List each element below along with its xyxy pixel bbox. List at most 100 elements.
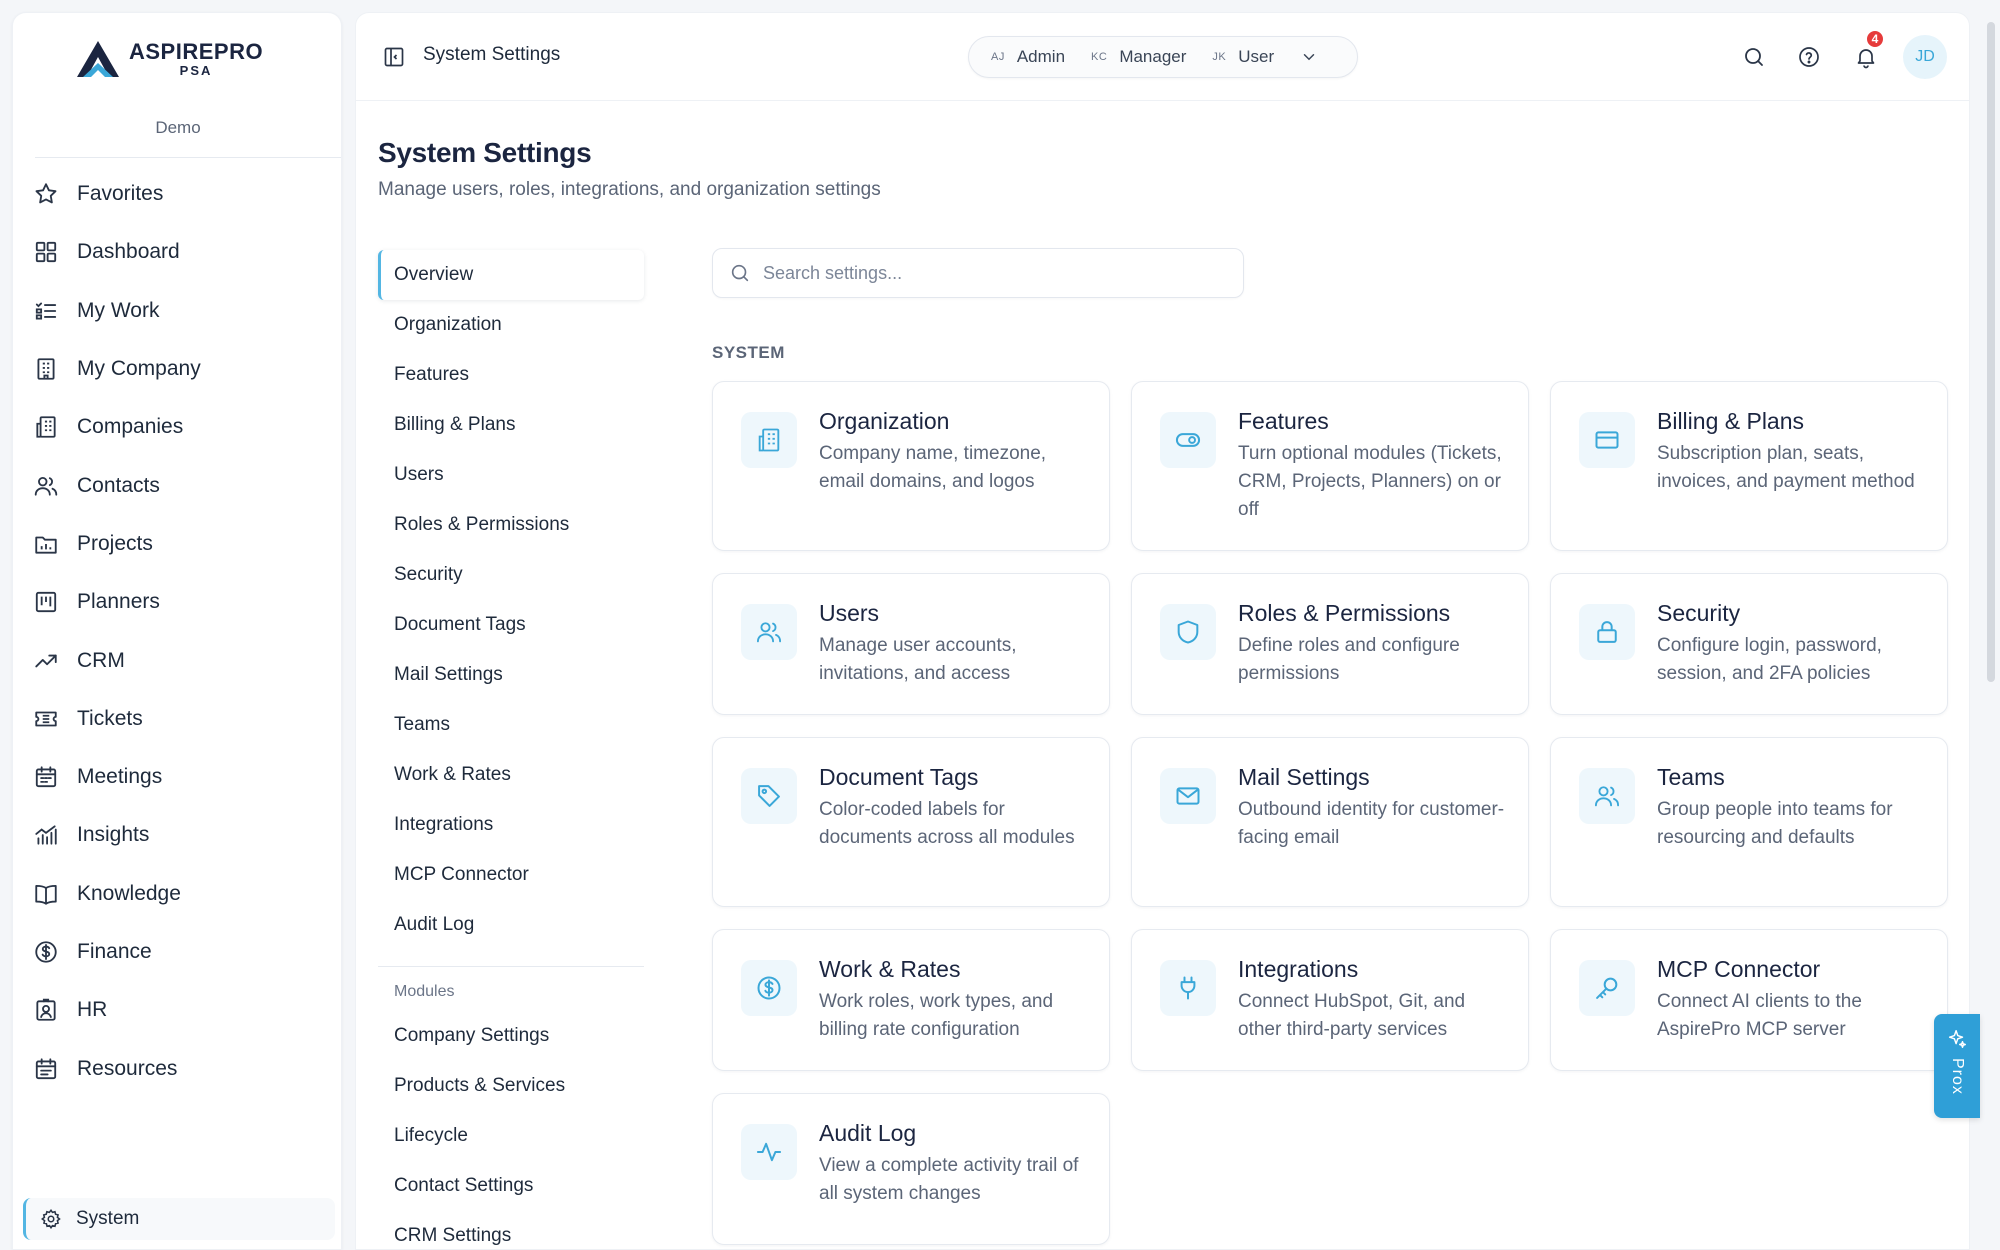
sidebar-item-projects[interactable]: Projects (13, 515, 343, 573)
sidebar-item-finance[interactable]: Finance (13, 923, 343, 981)
settings-card-users[interactable]: Users Manage user accounts, invitations,… (712, 573, 1110, 715)
sidebar-item-my-work[interactable]: My Work (13, 282, 343, 340)
role-manager[interactable]: KC Manager (1091, 47, 1186, 67)
settings-card-roles-permissions[interactable]: Roles & Permissions Define roles and con… (1131, 573, 1529, 715)
settings-card-work-rates[interactable]: Work & Rates Work roles, work types, and… (712, 929, 1110, 1071)
settings-nav-document-tags[interactable]: Document Tags (378, 600, 644, 650)
settings-nav-mcp-connector[interactable]: MCP Connector (378, 850, 644, 900)
search-icon[interactable] (1742, 45, 1766, 69)
settings-nav-organization[interactable]: Organization (378, 300, 644, 350)
prox-label: Prox (1949, 1058, 1966, 1095)
brand-logo[interactable]: ASPIREPRO PSA (73, 37, 263, 81)
calendar-list-icon (33, 1056, 59, 1082)
scrollbar-thumb[interactable] (1987, 22, 1995, 682)
settings-nav-teams[interactable]: Teams (378, 700, 644, 750)
sidebar-item-label: CRM (77, 648, 125, 672)
chevron-down-icon[interactable] (1300, 48, 1318, 66)
card-title: Audit Log (819, 1120, 917, 1146)
settings-card-mcp-connector[interactable]: MCP Connector Connect AI clients to the … (1550, 929, 1948, 1071)
settings-nav-users[interactable]: Users (378, 450, 644, 500)
lock-icon (1579, 604, 1635, 660)
sidebar-item-resources[interactable]: Resources (13, 1039, 343, 1097)
role-label: Admin (1016, 47, 1066, 66)
settings-nav-overview[interactable]: Overview (378, 250, 644, 300)
checklist-icon (33, 298, 59, 324)
settings-card-document-tags[interactable]: Document Tags Color-coded labels for doc… (712, 737, 1110, 907)
users-icon (741, 604, 797, 660)
sidebar-item-label: Projects (77, 531, 153, 555)
team-icon (1579, 768, 1635, 824)
sidebar-item-favorites[interactable]: Favorites (13, 165, 343, 223)
card-description: Manage user accounts, invitations, and a… (819, 635, 1017, 684)
settings-nav-features[interactable]: Features (378, 350, 644, 400)
dollar-circle-icon (741, 960, 797, 1016)
settings-nav-billing-plans[interactable]: Billing & Plans (378, 400, 644, 450)
settings-card-security[interactable]: Security Configure login, password, sess… (1550, 573, 1948, 715)
settings-nav-contact-settings[interactable]: Contact Settings (378, 1161, 644, 1211)
sidebar-item-label: Finance (77, 940, 152, 963)
notification-badge: 4 (1865, 29, 1885, 49)
card-description: Color-coded labels for documents across … (819, 799, 1075, 848)
mail-icon (1160, 768, 1216, 824)
sidebar-item-dashboard[interactable]: Dashboard (13, 223, 343, 281)
prox-assistant-tab[interactable]: Prox (1934, 1014, 1980, 1118)
sidebar-item-tickets[interactable]: Tickets (13, 690, 343, 748)
card-description: Company name, timezone, email domains, a… (819, 443, 1047, 492)
bar-chart-icon (33, 822, 59, 848)
sidebar-item-my-company[interactable]: My Company (13, 340, 343, 398)
sidebar-item-knowledge[interactable]: Knowledge (13, 865, 343, 923)
card-title: Billing & Plans (1657, 408, 1805, 434)
avatar[interactable]: JD (1903, 35, 1947, 79)
role-admin[interactable]: AJ Admin (991, 47, 1065, 67)
settings-card-billing-plans[interactable]: Billing & Plans Subscription plan, seats… (1550, 381, 1948, 551)
page-scrollbar[interactable] (1984, 12, 1998, 1250)
help-icon[interactable] (1797, 45, 1821, 69)
building-icon (33, 356, 59, 382)
card-description: Outbound identity for customer-facing em… (1238, 799, 1505, 848)
sidebar-item-system[interactable]: System (23, 1198, 335, 1240)
settings-card-features[interactable]: Features Turn optional modules (Tickets,… (1131, 381, 1529, 551)
settings-nav-lifecycle[interactable]: Lifecycle (378, 1111, 644, 1161)
sidebar-item-label: Knowledge (77, 881, 181, 905)
settings-nav-company-settings[interactable]: Company Settings (378, 1011, 644, 1061)
settings-card-audit-log[interactable]: Audit Log View a complete activity trail… (712, 1093, 1110, 1245)
settings-card-teams[interactable]: Teams Group people into teams for resour… (1550, 737, 1948, 907)
settings-card-integrations[interactable]: Integrations Connect HubSpot, Git, and o… (1131, 929, 1529, 1071)
main-panel: System Settings AJ Admin KC Manager JK U… (355, 12, 1970, 1250)
sidebar-item-meetings[interactable]: Meetings (13, 748, 343, 806)
sidebar-item-insights[interactable]: Insights (13, 806, 343, 864)
settings-nav-work-rates[interactable]: Work & Rates (378, 750, 644, 800)
sidebar-item-label: Insights (77, 823, 150, 847)
sidebar-item-label: Tickets (77, 706, 143, 730)
sidebar-item-companies[interactable]: Companies (13, 398, 343, 456)
sidebar-item-label: HR (77, 998, 108, 1022)
settings-nav-security[interactable]: Security (378, 550, 644, 600)
sidebar-toggle-icon[interactable] (382, 45, 406, 69)
settings-nav-crm-settings[interactable]: CRM Settings (378, 1211, 644, 1250)
role-switcher[interactable]: AJ Admin KC Manager JK User (968, 36, 1358, 78)
settings-nav-products-services[interactable]: Products & Services (378, 1061, 644, 1111)
settings-nav-mail-settings[interactable]: Mail Settings (378, 650, 644, 700)
page-title: System Settings (378, 137, 592, 168)
role-user[interactable]: JK User (1212, 47, 1274, 67)
settings-card-organization[interactable]: Organization Company name, timezone, ema… (712, 381, 1110, 551)
settings-nav-integrations[interactable]: Integrations (378, 800, 644, 850)
sidebar-item-planners[interactable]: Planners (13, 573, 343, 631)
sidebar-item-contacts[interactable]: Contacts (13, 456, 343, 514)
search-input[interactable] (763, 262, 1203, 284)
sidebar-item-hr[interactable]: HR (13, 981, 343, 1039)
book-icon (33, 881, 59, 907)
card-description: Connect HubSpot, Git, and other third-pa… (1238, 991, 1466, 1040)
sidebar-item-label: Meetings (77, 765, 163, 789)
settings-nav-audit-log[interactable]: Audit Log (378, 900, 644, 950)
card-title: Integrations (1238, 956, 1359, 982)
aspirepro-logo-icon (77, 41, 119, 77)
settings-nav-divider (378, 966, 644, 967)
activity-icon (741, 1124, 797, 1180)
dollar-circle-icon (33, 939, 59, 965)
settings-nav-roles-permissions[interactable]: Roles & Permissions (378, 500, 644, 550)
sidebar-item-crm[interactable]: CRM (13, 631, 343, 689)
settings-card-mail-settings[interactable]: Mail Settings Outbound identity for cust… (1131, 737, 1529, 907)
settings-nav: Overview Organization Features Billing &… (378, 250, 644, 1250)
search-box (712, 248, 1244, 298)
